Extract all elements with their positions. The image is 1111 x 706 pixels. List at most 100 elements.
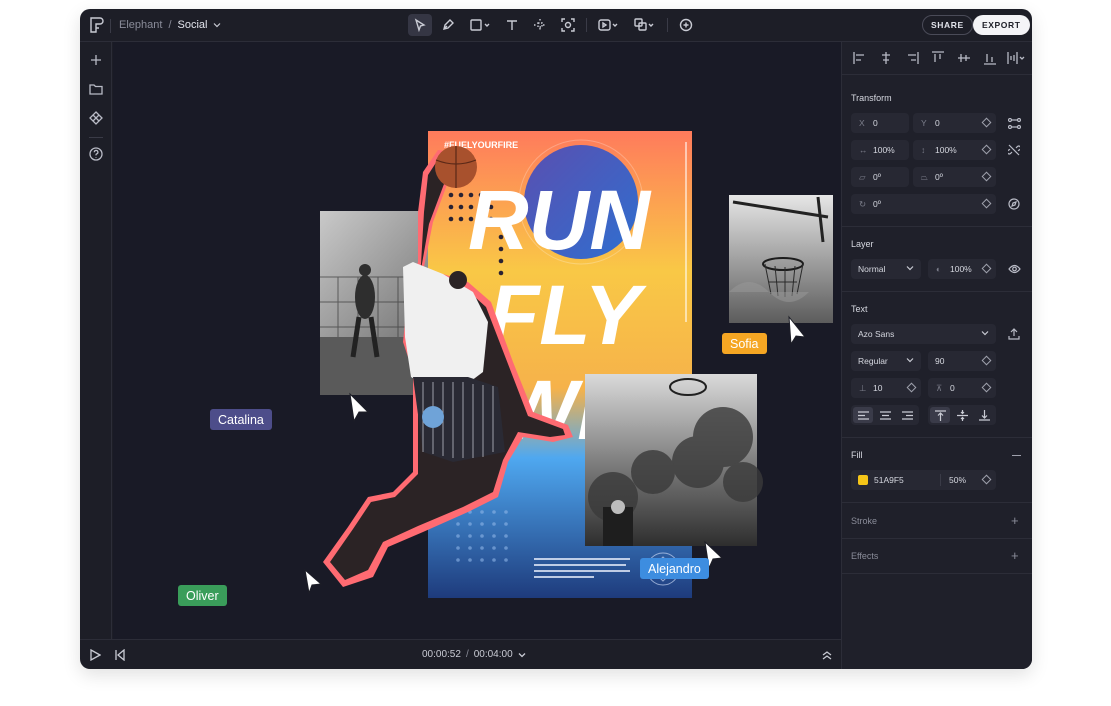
share-button[interactable]: SHARE [922, 15, 973, 35]
align-bottom-button[interactable] [980, 49, 1000, 67]
skew-x-icon: ▱ [859, 171, 866, 182]
align-right-button[interactable] [902, 49, 922, 67]
help-button[interactable] [88, 146, 104, 162]
layer-title: Layer [851, 239, 874, 249]
unlink-ratio-button[interactable] [1007, 143, 1021, 157]
play-frame-tool[interactable] [593, 14, 625, 36]
frame-capture-tool[interactable] [556, 14, 580, 36]
breadcrumb-page[interactable]: Social [178, 19, 208, 31]
text-align-right-icon [901, 410, 913, 420]
distribute-button[interactable] [1006, 49, 1026, 67]
skew-x-field[interactable]: ▱ 0º [851, 167, 909, 187]
components-button[interactable] [88, 110, 104, 126]
keyframe-icon[interactable] [981, 355, 992, 366]
letter-spacing-field[interactable]: ⊼ 0 [928, 378, 996, 398]
keyframe-icon[interactable] [981, 144, 992, 155]
poster-line-fly: FLY [488, 268, 647, 362]
upload-font-button[interactable] [1007, 327, 1021, 341]
expand-timeline-icon[interactable] [822, 650, 832, 660]
rewind-icon[interactable] [114, 649, 126, 661]
breadcrumb-separator: / [168, 19, 172, 31]
photo-trees[interactable] [585, 374, 763, 546]
app-logo-icon[interactable] [89, 17, 104, 33]
rotation-value: 0º [873, 199, 881, 209]
valign-bottom-button[interactable] [974, 407, 994, 423]
text-title: Text [851, 304, 868, 314]
line-height-field[interactable]: ⊥ 10 [851, 378, 921, 398]
y-field[interactable]: Y 0 [913, 113, 996, 133]
width-value: 100% [873, 145, 895, 155]
motion-path-button[interactable] [1007, 197, 1021, 211]
text-align-left-button[interactable] [853, 407, 873, 423]
text-align-left-icon [857, 410, 869, 420]
align-middle-button[interactable] [954, 49, 974, 67]
visibility-toggle[interactable] [1007, 262, 1021, 276]
keyframe-icon[interactable] [981, 263, 992, 274]
align-top-button[interactable] [928, 49, 948, 67]
keyframe-icon[interactable] [981, 198, 992, 209]
cursor-catalina-icon [349, 392, 370, 423]
add-button[interactable] [88, 52, 104, 68]
align-top-icon [932, 51, 944, 62]
grid-tool[interactable] [528, 14, 552, 36]
keyframe-icon[interactable] [981, 382, 992, 393]
fill-hex-value: 51A9F5 [874, 475, 904, 485]
fill-color-field[interactable]: 51A9F5 50% [851, 470, 996, 490]
keyframe-icon[interactable] [906, 382, 917, 393]
cursor-oliver-icon [304, 568, 323, 595]
text-align-center-icon [879, 410, 891, 420]
canvas[interactable]: #FUELYOURFIRE RUN FLY WIN Catalina Sofia… [113, 42, 841, 639]
height-value: 100% [935, 145, 957, 155]
blend-mode-select[interactable]: Normal [851, 259, 921, 279]
fill-title: Fill [851, 450, 863, 460]
constraints-button[interactable] [1007, 116, 1021, 130]
breadcrumb: Elephant / Social [119, 19, 221, 31]
valign-top-button[interactable] [930, 407, 950, 423]
font-weight-select[interactable]: Regular [851, 351, 921, 371]
breadcrumb-project[interactable]: Elephant [119, 19, 162, 31]
text-align-right-button[interactable] [897, 407, 917, 423]
opacity-field[interactable]: ◐ 100% [928, 259, 996, 279]
font-family-value: Azo Sans [858, 329, 895, 339]
comment-tool[interactable] [674, 14, 698, 36]
valign-middle-button[interactable] [952, 407, 972, 423]
text-tool[interactable] [500, 14, 524, 36]
font-size-field[interactable]: 90 [928, 351, 996, 371]
add-stroke-button[interactable]: + [1011, 514, 1019, 527]
align-bottom-icon [984, 54, 996, 65]
text-align-group [851, 405, 919, 425]
shape-tool[interactable] [464, 14, 496, 36]
pen-tool[interactable] [436, 14, 460, 36]
select-tool[interactable] [408, 14, 432, 36]
align-center-h-button[interactable] [876, 49, 896, 67]
width-field[interactable]: ↔ 100% [851, 140, 909, 160]
align-left-button[interactable] [850, 49, 870, 67]
upload-icon [1008, 328, 1020, 340]
playback-time: 00:00:52 / 00:04:00 [422, 649, 526, 660]
rotation-field[interactable]: ↻ 0º [851, 194, 996, 214]
text-align-center-button[interactable] [875, 407, 895, 423]
keyframe-icon[interactable] [981, 474, 992, 485]
chevron-down-icon[interactable] [518, 652, 526, 658]
height-field[interactable]: ↕ 100% [913, 140, 996, 160]
top-bar: Elephant / Social SHARE EXPORT [80, 9, 1032, 42]
eye-icon [1007, 264, 1021, 274]
keyframe-icon[interactable] [981, 171, 992, 182]
chevron-down-icon[interactable] [213, 22, 221, 28]
photo-hoop[interactable] [729, 195, 833, 323]
x-field[interactable]: X 0 [851, 113, 909, 133]
add-effect-button[interactable]: + [1011, 549, 1019, 562]
remove-fill-button[interactable] [1012, 455, 1021, 456]
export-button[interactable]: EXPORT [973, 15, 1030, 35]
height-icon: ↕ [921, 145, 926, 155]
font-family-select[interactable]: Azo Sans [851, 324, 996, 344]
boolean-tool[interactable] [629, 14, 661, 36]
collaborator-tag-sofia: Sofia [722, 333, 767, 354]
skew-y-field[interactable]: ⏢ 0º [913, 167, 996, 187]
assets-button[interactable] [88, 81, 104, 97]
play-icon[interactable] [89, 649, 101, 661]
compass-icon [1008, 198, 1020, 210]
fill-swatch[interactable] [858, 475, 868, 485]
keyframe-icon[interactable] [981, 117, 992, 128]
x-value: 0 [873, 118, 878, 128]
